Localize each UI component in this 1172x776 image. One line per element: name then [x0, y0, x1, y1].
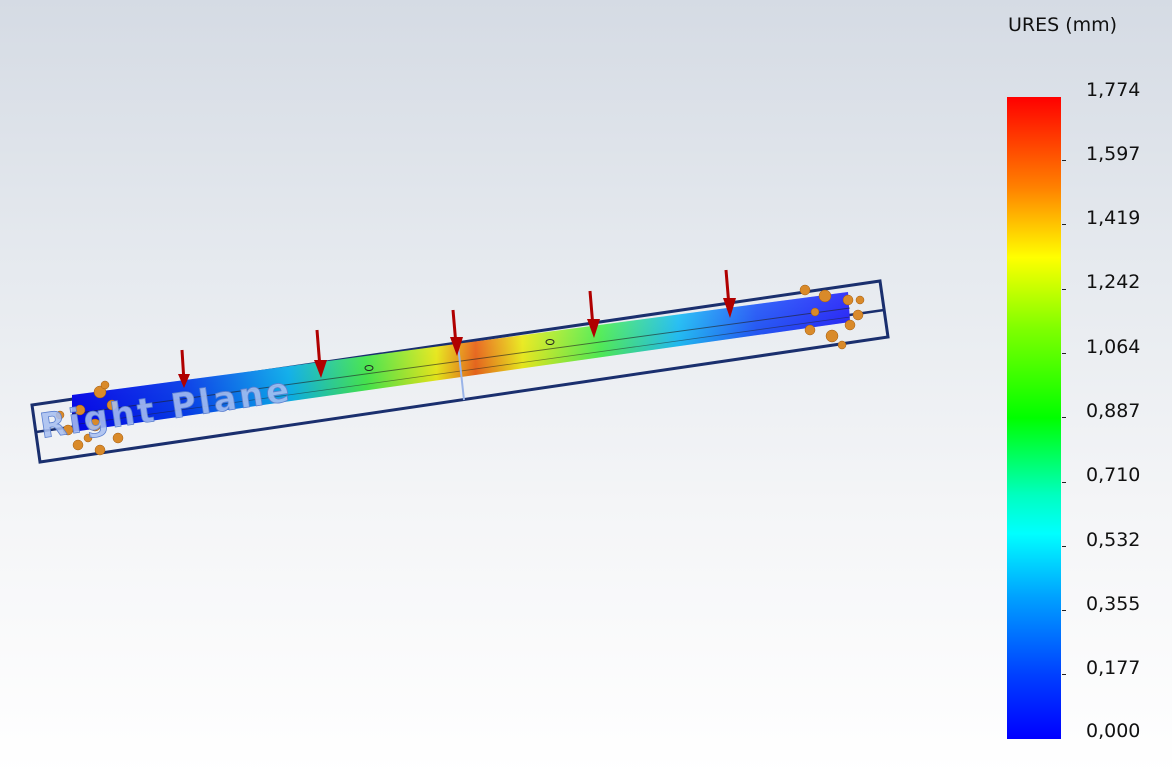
model-canvas[interactable]: Right Plane — [0, 0, 1172, 776]
legend-tick-label: 0,532 — [1086, 529, 1141, 551]
legend-tick-label: 1,774 — [1086, 79, 1141, 101]
colorbar-tick — [1062, 353, 1066, 354]
legend-tick-label: 1,064 — [1086, 336, 1141, 358]
legend-tick-label: 1,597 — [1086, 143, 1141, 165]
legend-tick-label: 0,710 — [1086, 464, 1141, 486]
colorbar-tick — [1062, 674, 1066, 675]
colorbar-tick — [1062, 160, 1066, 161]
legend-tick-label: 1,242 — [1086, 271, 1141, 293]
colorbar-tick — [1062, 417, 1066, 418]
colorbar-tick — [1062, 482, 1066, 483]
colorbar-tick — [1062, 224, 1066, 225]
legend-tick-label: 1,419 — [1086, 207, 1141, 229]
colorbar — [1007, 97, 1061, 739]
legend-tick-label: 0,355 — [1086, 593, 1141, 615]
legend-title: URES (mm) — [1008, 14, 1118, 36]
legend-tick-label: 0,887 — [1086, 400, 1141, 422]
plane-label: Right Plane — [37, 370, 294, 447]
colorbar-tick — [1062, 289, 1066, 290]
colorbar-tick — [1062, 546, 1066, 547]
legend-tick-label: 0,177 — [1086, 657, 1141, 679]
simulation-viewport[interactable]: Right Plane URES (mm) 1,774 1,597 1,419 … — [0, 0, 1172, 776]
colorbar-tick — [1062, 610, 1066, 611]
legend-tick-label: 0,000 — [1086, 720, 1141, 742]
